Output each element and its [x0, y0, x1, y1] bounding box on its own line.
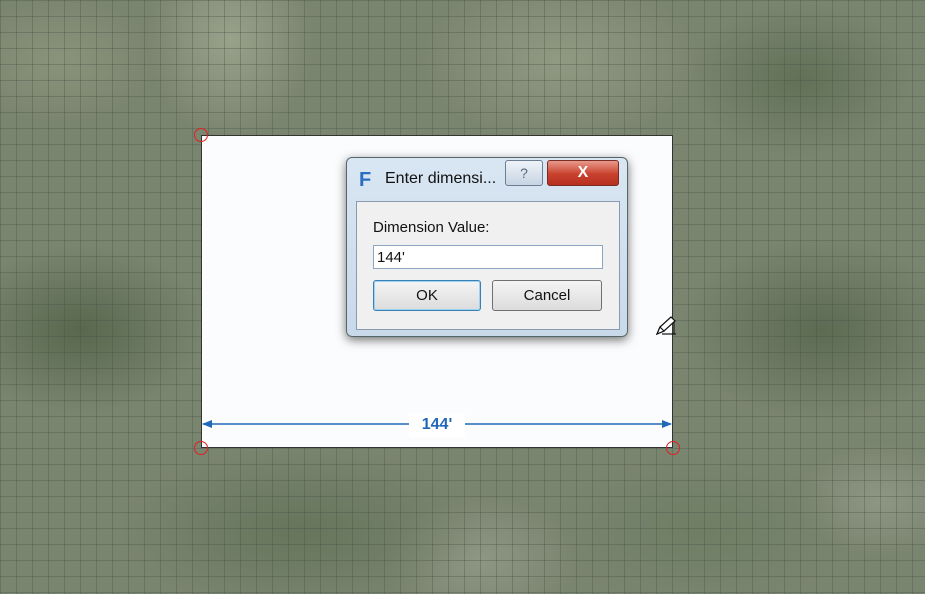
dimension-label[interactable]: 144'	[409, 413, 465, 437]
dialog-titlebar[interactable]: F Enter dimensi... ? X	[347, 158, 627, 198]
ok-button[interactable]: OK	[373, 280, 481, 311]
revit-f-icon: F	[359, 169, 372, 191]
dialog-body: Dimension Value: OK Cancel	[356, 201, 620, 330]
dimension-value-label: Dimension Value:	[373, 219, 490, 236]
corner-handle-bottom-left[interactable]	[194, 441, 208, 455]
cancel-button[interactable]: Cancel	[492, 280, 602, 311]
enter-dimension-dialog: F Enter dimensi... ? X Dimension Value: …	[346, 157, 628, 337]
dialog-title: Enter dimensi...	[385, 170, 497, 187]
corner-handle-top-left[interactable]	[194, 128, 208, 142]
pencil-cursor-icon	[655, 316, 676, 336]
dimension-value-input[interactable]	[373, 245, 603, 269]
help-button[interactable]: ?	[505, 160, 543, 186]
corner-handle-bottom-right[interactable]	[666, 441, 680, 455]
close-button[interactable]: X	[547, 160, 619, 186]
